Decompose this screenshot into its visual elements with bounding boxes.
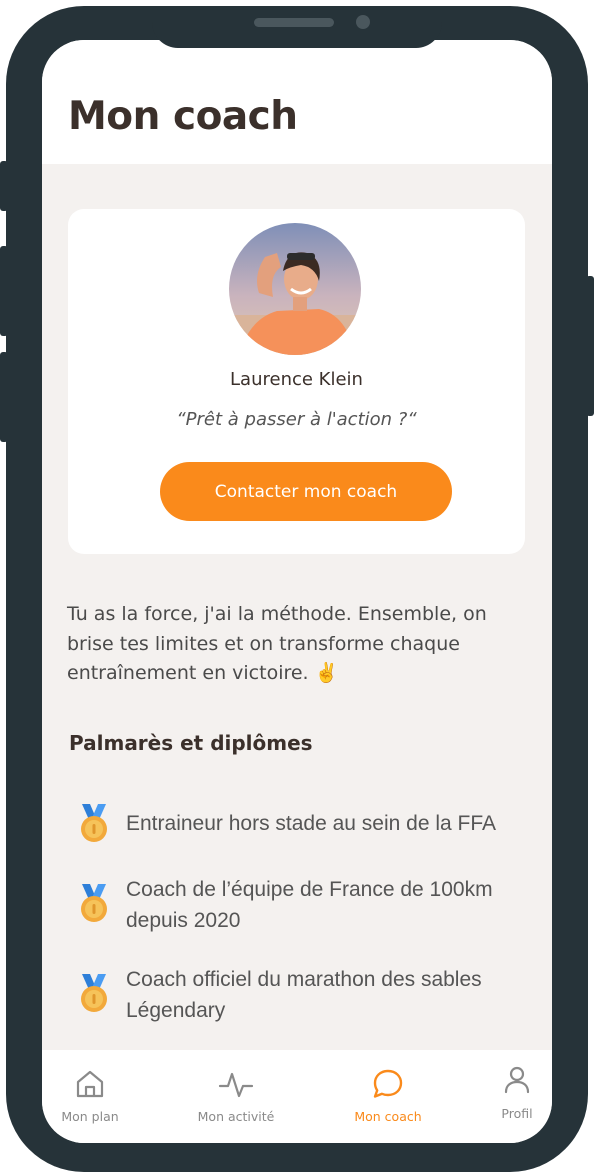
phone-frame: Mon coach Laurence Klein “Prêt à passer … [0,6,594,1172]
chat-bubble-icon [373,1069,403,1098]
coach-quote: “Prêt à passer à l'action ?“ [176,409,417,430]
medal-icon [81,974,107,1012]
coach-card: Laurence Klein “Prêt à passer à l'action… [68,209,525,554]
coach-avatar [229,223,361,355]
medal-icon [81,884,107,922]
medal-icon [81,804,107,842]
award-text: Entraineur hors stade au sein de la FFA [126,812,497,835]
tab-label: Mon activité [197,1109,275,1124]
tab-label: Profil [501,1106,533,1121]
activity-icon [218,1072,254,1098]
page-header: Mon coach [42,40,552,164]
tab-mon-plan[interactable]: Mon plan [42,1050,155,1143]
tab-label: Mon plan [61,1109,119,1124]
bottom-tab-bar: Mon plan Mon activité Mon coach Profil [42,1050,552,1143]
side-button [0,161,8,211]
tab-profil[interactable]: Profil [452,1050,552,1143]
tab-label: Mon coach [354,1109,422,1124]
front-camera [356,15,370,29]
contact-coach-button[interactable]: Contacter mon coach [160,462,452,521]
side-button [0,246,8,336]
tab-mon-coach[interactable]: Mon coach [323,1050,453,1143]
award-text: Coach officiel du marathon des sables Lé… [126,968,482,1022]
speaker-grille [254,18,334,27]
coach-name: Laurence Klein [230,369,363,390]
coach-photo [229,223,361,355]
awards-title: Palmarès et diplômes [69,731,313,755]
side-button [586,276,594,416]
app-screen: Mon coach Laurence Klein “Prêt à passer … [42,40,552,1143]
page-title: Mon coach [68,94,298,139]
coach-bio: Tu as la force, j'ai la méthode. Ensembl… [67,603,487,684]
user-icon [504,1066,530,1094]
side-button [0,352,8,442]
award-text: Coach de l’équipe de France de 100km dep… [126,878,493,932]
home-icon [76,1070,104,1098]
tab-mon-activite[interactable]: Mon activité [171,1050,301,1143]
phone-notch [152,6,442,48]
